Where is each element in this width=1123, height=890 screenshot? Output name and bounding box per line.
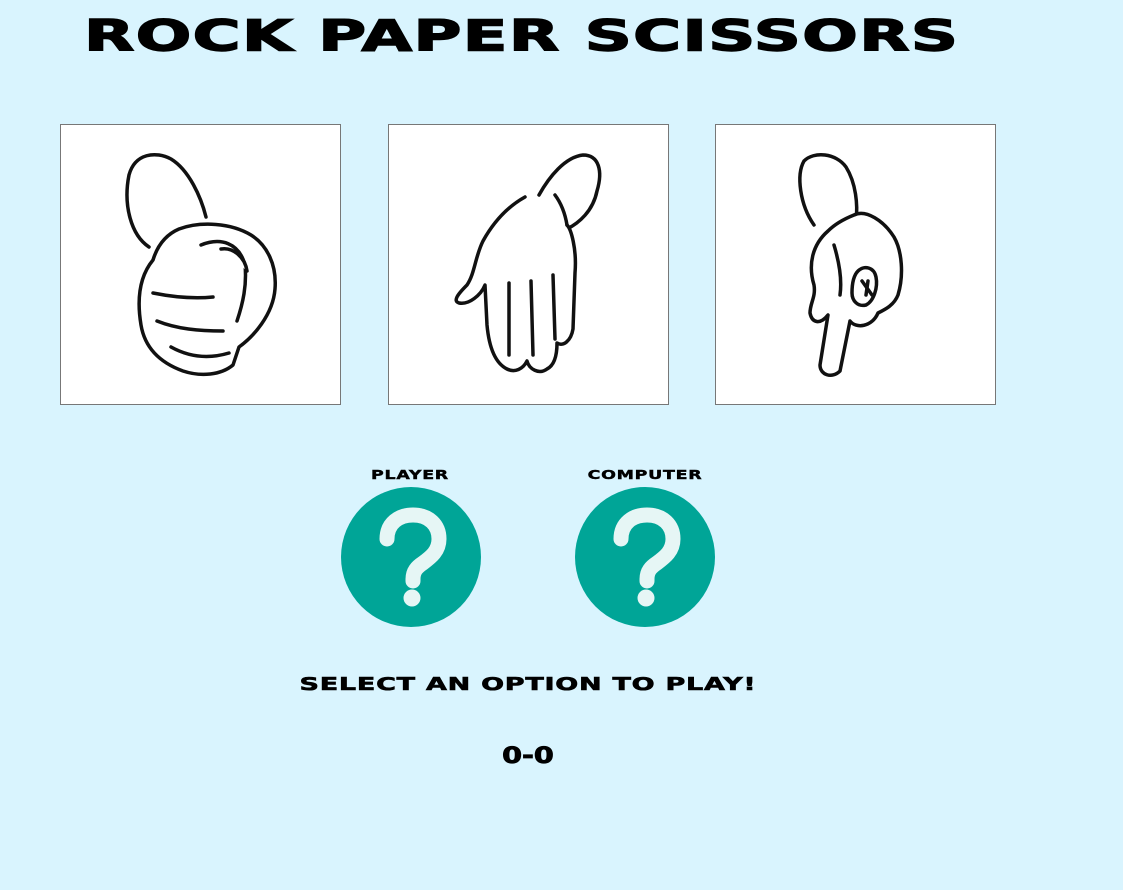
rock-fist-icon: [125, 152, 277, 377]
question-mark-icon: [379, 507, 447, 607]
paper-choice-button[interactable]: [388, 124, 669, 405]
paper-hand-icon: [454, 153, 602, 374]
game-title: ROCK PAPER SCISSORS: [83, 10, 960, 61]
player-label: PLAYER: [371, 468, 449, 482]
computer-choice-display: [575, 487, 715, 627]
status-message: SELECT AN OPTION TO PLAY!: [299, 674, 757, 696]
question-mark-icon: [613, 507, 681, 607]
computer-label: COMPUTER: [587, 468, 703, 482]
score-display: 0-0: [502, 744, 555, 770]
rock-choice-button[interactable]: [60, 124, 341, 405]
scissors-hand-icon: [798, 153, 904, 377]
player-choice-display: [341, 487, 481, 627]
scissors-choice-button[interactable]: [715, 124, 996, 405]
